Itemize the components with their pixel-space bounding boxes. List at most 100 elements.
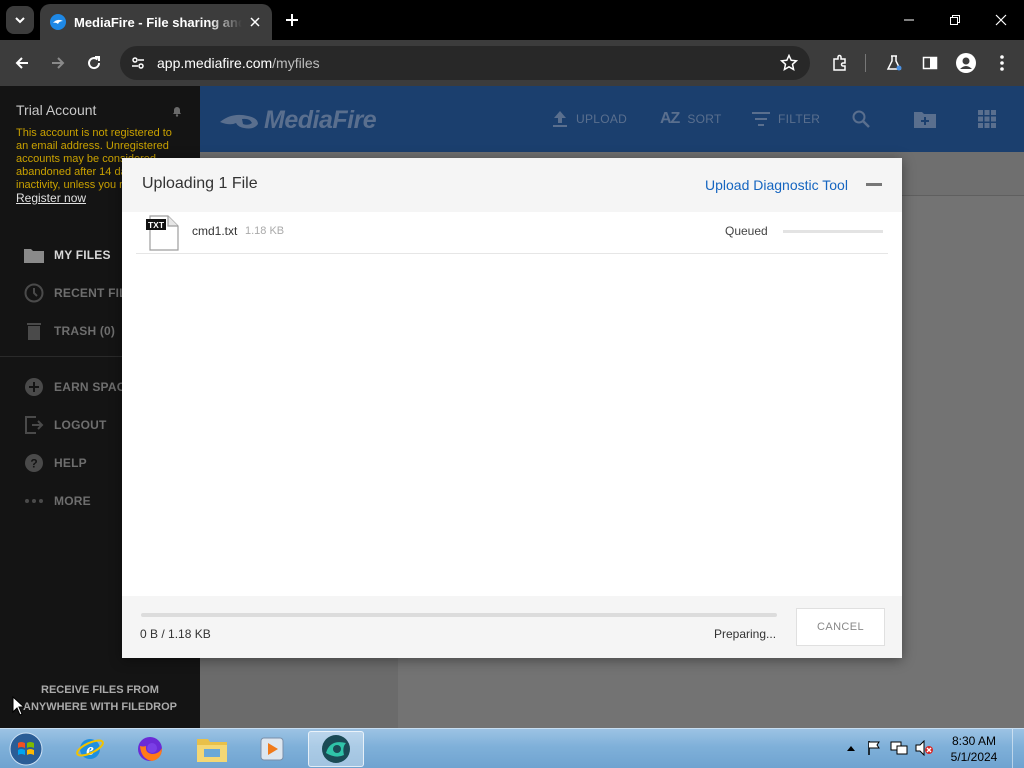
search-icon (852, 110, 870, 128)
sidebar-item-my-files[interactable]: MY FILES (24, 243, 111, 267)
window-restore-button[interactable] (932, 0, 978, 40)
upload-dialog: Uploading 1 File Upload Diagnostic Tool … (122, 158, 902, 658)
filter-label: FILTER (778, 112, 821, 126)
trash-icon (27, 323, 41, 340)
browser-tab-mediafire[interactable]: MediaFire - File sharing and storage (40, 4, 272, 40)
taskbar-media-player[interactable] (244, 731, 300, 767)
grid-view-button[interactable] (978, 108, 996, 130)
tab-search-button[interactable] (6, 6, 34, 34)
upload-dialog-header: Uploading 1 File Upload Diagnostic Tool (122, 158, 902, 212)
upload-file-status: Queued (725, 224, 768, 238)
network-icon[interactable] (890, 740, 908, 756)
sort-az-icon: AZ (660, 110, 680, 127)
sidebar-item-earn-space[interactable]: EARN SPACE (24, 375, 134, 399)
grid-icon (978, 110, 996, 128)
upload-button[interactable]: UPLOAD (552, 108, 627, 130)
mouse-cursor-icon (12, 696, 26, 716)
new-folder-button[interactable] (914, 108, 936, 130)
extensions-button[interactable] (826, 49, 854, 77)
upload-file-progress-bar (783, 230, 883, 233)
volume-muted-icon[interactable] (914, 740, 934, 756)
tray-overflow-icon[interactable] (846, 744, 856, 752)
upload-file-size: 1.18 KB (245, 225, 285, 237)
sidebar-item-trash[interactable]: TRASH (0) (24, 319, 115, 343)
internet-explorer-icon: e (76, 739, 104, 759)
browser-toolbar: app.mediafire.com/myfiles (0, 40, 1024, 86)
sidebar-item-label: HELP (54, 456, 87, 470)
search-button[interactable] (852, 108, 870, 130)
upload-diagnostic-link[interactable]: Upload Diagnostic Tool (705, 177, 848, 193)
clock-icon (24, 283, 44, 303)
reload-button[interactable] (80, 49, 108, 77)
minimize-dialog-button[interactable] (866, 183, 882, 186)
register-now-link[interactable]: Register now (16, 191, 86, 205)
close-icon (995, 14, 1007, 26)
puzzle-icon (833, 54, 846, 71)
bookmark-star-icon[interactable] (780, 54, 798, 72)
url-domain: app.mediafire.com (157, 55, 273, 71)
window-minimize-button[interactable] (886, 0, 932, 40)
mediafire-favicon-icon (50, 14, 66, 30)
sidebar-item-label: TRASH (0) (54, 324, 116, 338)
start-button[interactable] (6, 731, 46, 767)
sidebar-item-label: MORE (54, 494, 91, 508)
total-status-text: Preparing... (714, 627, 777, 641)
taskbar-firefox[interactable] (122, 731, 178, 767)
arrow-left-icon (15, 57, 28, 69)
mediafire-logo[interactable]: MediaFire (218, 106, 377, 135)
profile-button[interactable] (952, 49, 980, 77)
address-bar[interactable]: app.mediafire.com/myfiles (120, 46, 810, 80)
filter-button[interactable]: FILTER (752, 108, 820, 130)
browser-menu-button[interactable] (988, 49, 1016, 77)
url-text: app.mediafire.com/myfiles (157, 55, 320, 71)
show-desktop-button[interactable] (1012, 729, 1024, 768)
help-icon: ? (25, 454, 43, 472)
filter-icon (752, 112, 770, 126)
action-center-flag-icon[interactable] (866, 740, 882, 756)
filedrop-promo[interactable]: RECEIVE FILES FROM ANYWHERE WITH FILEDRO… (0, 682, 200, 716)
chevron-down-icon (15, 17, 25, 24)
plus-icon (286, 14, 298, 26)
clock-time: 8:30 AM (951, 734, 997, 748)
logout-icon (25, 416, 44, 434)
upload-file-name: cmd1.txt (192, 224, 238, 238)
labs-button[interactable] (880, 49, 908, 77)
sort-button[interactable]: AZ SORT (660, 108, 722, 130)
new-tab-button[interactable] (280, 8, 304, 32)
new-folder-icon (914, 112, 936, 128)
back-button[interactable] (8, 49, 36, 77)
taskbar-file-explorer[interactable] (184, 731, 240, 767)
taskbar-internet-explorer[interactable]: e (62, 731, 118, 767)
bell-icon[interactable] (171, 105, 183, 117)
browser-tabstrip: MediaFire - File sharing and storage (0, 0, 1024, 40)
sidebar-item-more[interactable]: MORE (24, 489, 91, 513)
arrow-right-icon (52, 57, 65, 69)
site-info-icon[interactable] (130, 55, 146, 71)
cancel-upload-button[interactable]: CANCEL (796, 608, 885, 646)
tab-close-icon[interactable] (246, 13, 264, 31)
sidebar-item-logout[interactable]: LOGOUT (24, 413, 107, 437)
taskbar-chrome-active[interactable] (308, 731, 364, 767)
txt-file-icon: TXT (146, 215, 179, 251)
side-panel-button[interactable] (916, 49, 944, 77)
sidebar-item-label: LOGOUT (54, 418, 107, 432)
minimize-icon (904, 19, 914, 21)
account-circle-icon (956, 53, 976, 73)
folder-icon (197, 739, 227, 762)
sort-label: SORT (687, 112, 722, 126)
total-progress-bar (141, 613, 777, 617)
taskbar-clock[interactable]: 8:30 AM 5/1/2024 (944, 733, 1004, 765)
app-topbar: MediaFire UPLOAD AZ SORT FILTER (200, 86, 1024, 152)
upload-file-row: TXT cmd1.txt 1.18 KB Queued (136, 212, 888, 254)
window-close-button[interactable] (978, 0, 1024, 40)
sidebar-item-help[interactable]: ? HELP (24, 451, 87, 475)
clock-date: 5/1/2024 (950, 750, 998, 764)
forward-button[interactable] (44, 49, 72, 77)
more-vertical-icon (1000, 55, 1004, 71)
filedrop-line-1: RECEIVE FILES FROM (41, 684, 159, 696)
side-panel-icon (922, 56, 938, 70)
upload-label: UPLOAD (576, 112, 628, 126)
reload-icon (88, 56, 101, 70)
more-icon (25, 499, 43, 503)
windows-taskbar: e 8:30 AM 5/1/2024 (0, 728, 1024, 768)
